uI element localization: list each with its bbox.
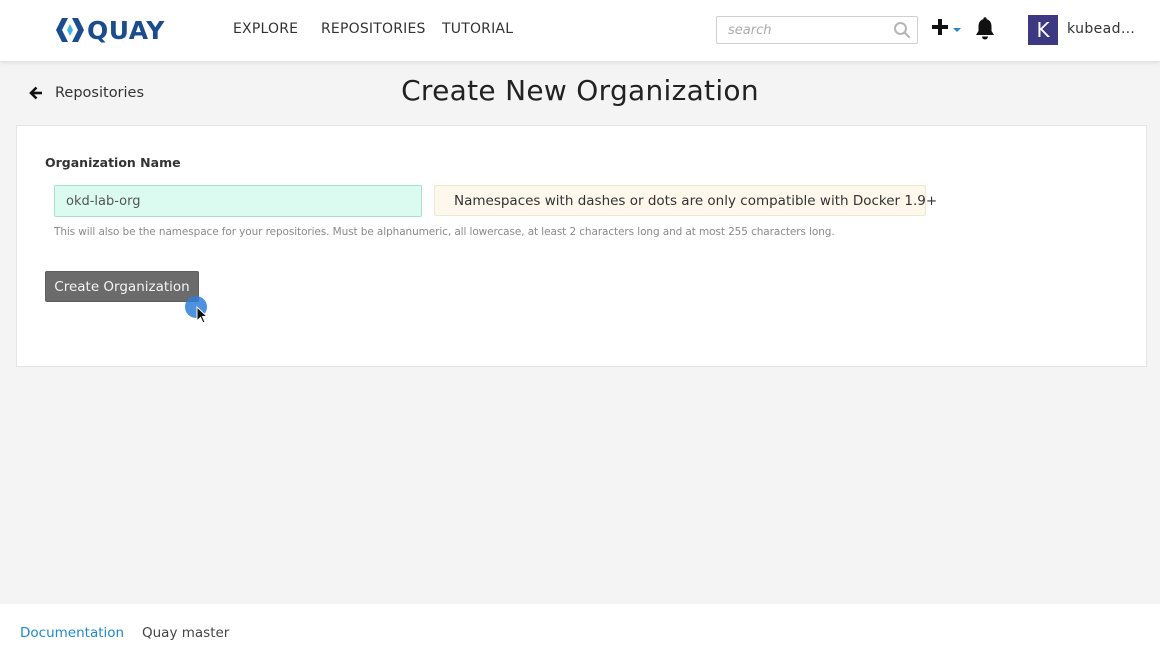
user-menu[interactable]: kubead… [1067, 21, 1135, 37]
search-icon[interactable] [893, 21, 911, 43]
docker-compat-warning: Namespaces with dashes or dots are only … [434, 185, 937, 216]
create-organization-button[interactable]: Create Organization [45, 271, 199, 302]
create-organization-panel: Organization Name Namespaces with dashes… [16, 125, 1147, 367]
caret-down-icon [953, 28, 961, 32]
page-title: Create New Organization [401, 74, 759, 107]
page-footer: Documentation Quay master [0, 604, 1160, 659]
notifications-bell[interactable] [974, 17, 996, 45]
nav-explore[interactable]: EXPLORE [233, 21, 298, 37]
nav-tutorial[interactable]: TUTORIAL [442, 21, 513, 37]
nav-repositories[interactable]: REPOSITORIES [321, 21, 426, 37]
warning-text: Namespaces with dashes or dots are only … [454, 192, 938, 209]
bell-icon [976, 17, 994, 40]
search-input[interactable] [717, 17, 887, 43]
plus-icon [932, 19, 948, 35]
version-label: Quay master [142, 625, 230, 641]
brand-name: QUAY [87, 15, 165, 45]
namespace-help-text: This will also be the namespace for your… [54, 226, 835, 238]
documentation-link[interactable]: Documentation [20, 625, 124, 641]
user-avatar[interactable]: K [1028, 15, 1058, 45]
search-box [716, 16, 918, 44]
mouse-pointer-icon [196, 306, 208, 324]
quay-logo[interactable]: QUAY [56, 14, 165, 46]
organization-name-input[interactable] [54, 185, 422, 217]
organization-name-label: Organization Name [45, 155, 181, 170]
create-new-menu[interactable] [931, 18, 962, 36]
top-navbar: QUAY EXPLORE REPOSITORIES TUTORIAL K kub… [0, 0, 1160, 62]
quay-logo-icon [56, 18, 84, 42]
